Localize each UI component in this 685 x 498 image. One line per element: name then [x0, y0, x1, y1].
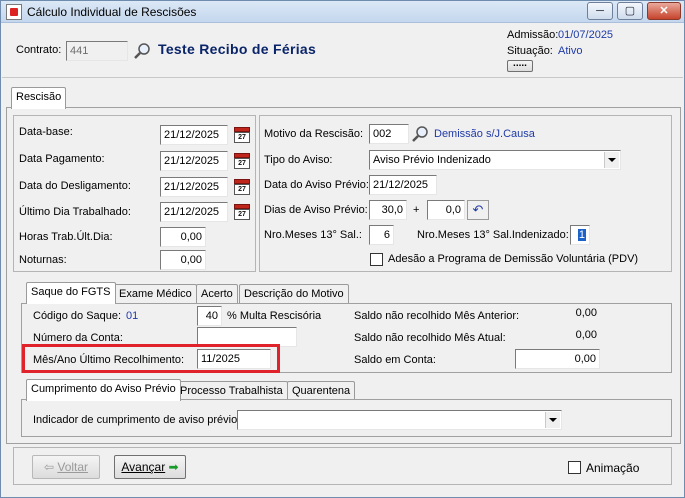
data-pagamento-input[interactable]: 21/12/2025 [160, 151, 228, 171]
motivo-description: Demissão s/J.Causa [434, 128, 535, 140]
meses-13-ind-value: 1 [577, 229, 586, 241]
codigo-saque-value: 01 [126, 310, 139, 322]
tipo-aviso-label: Tipo do Aviso: [264, 154, 333, 166]
dias-aviso-label: Dias de Aviso Prévio: [264, 204, 368, 216]
avancar-label: Avançar [121, 460, 166, 474]
calendar-icon[interactable]: 27 [234, 179, 250, 195]
recibo-title: Teste Recibo de Férias [158, 41, 317, 57]
tab-rescisao[interactable]: Rescisão [11, 87, 67, 109]
meses-13-ind-input[interactable]: 1 [570, 225, 590, 245]
tab-saque-fgts[interactable]: Saque do FGTS [26, 282, 116, 304]
aviso-panel: Indicador de cumprimento de aviso prévio… [21, 399, 672, 437]
more-button[interactable]: ..... [507, 59, 533, 72]
saldo-conta-input[interactable]: 0,00 [515, 349, 600, 369]
arrow-left-icon: ⇦ [43, 460, 55, 474]
dias-extra-input[interactable]: 0,0 [427, 200, 465, 220]
saldo-atual-label: Saldo não recolhido Mês Atual: [354, 332, 506, 344]
data-aviso-label: Data do Aviso Prévio: [264, 179, 369, 191]
horas-input[interactable]: 0,00 [160, 227, 206, 247]
data-aviso-input[interactable]: 21/12/2025 [369, 175, 437, 195]
data-base-input[interactable]: 21/12/2025 [160, 125, 228, 145]
voltar-label: Voltar [57, 460, 89, 474]
tab-acerto[interactable]: Acerto [196, 284, 238, 304]
chevron-down-icon[interactable] [545, 412, 560, 428]
saldo-conta-label: Saldo em Conta: [354, 354, 436, 366]
rescisao-group: Motivo da Rescisão: 002 Demissão s/J.Cau… [259, 115, 672, 272]
admissao-label: Admissão: [507, 29, 559, 41]
multa-input[interactable]: 40 [197, 306, 222, 326]
saldo-atual-value: 0,00 [575, 329, 597, 341]
meses-13-ind-label: Nro.Meses 13° Sal.Indenizado: [417, 229, 569, 241]
motivo-input[interactable]: 002 [369, 124, 409, 144]
minimize-button[interactable]: ─ [587, 2, 613, 20]
voltar-button[interactable]: ⇦ Voltar [32, 455, 100, 479]
animacao-checkbox[interactable] [568, 461, 581, 474]
maximize-button[interactable]: ▢ [617, 2, 643, 20]
tab-quarentena[interactable]: Quarentena [287, 381, 356, 401]
avancar-button[interactable]: Avançar ➡ [114, 455, 186, 479]
data-base-label: Data-base: [19, 126, 73, 138]
multa-label: % Multa Rescisória [227, 310, 322, 322]
pdv-label: Adesão a Programa de Demissão Voluntária… [388, 253, 639, 265]
indicador-select[interactable] [237, 410, 562, 430]
contrato-label: Contrato: [16, 44, 62, 56]
situacao-label: Situação: [507, 45, 553, 57]
tab-descricao-motivo[interactable]: Descrição do Motivo [239, 284, 349, 304]
situacao-value: Ativo [558, 45, 583, 57]
codigo-saque-label: Código do Saque: [33, 310, 122, 322]
chevron-down-icon[interactable] [604, 152, 619, 168]
app-icon [6, 4, 22, 20]
saldo-anterior-value: 0,00 [575, 307, 597, 319]
tab-exame-medico[interactable]: Exame Médico [114, 284, 197, 304]
contract-header: Contrato: 441 Teste Recibo de Férias Adm… [2, 24, 683, 78]
motivo-label: Motivo da Rescisão: [264, 128, 364, 140]
calendar-icon[interactable]: 27 [234, 127, 250, 143]
search-icon[interactable] [134, 42, 152, 60]
window-title: Cálculo Individual de Rescisões [27, 5, 197, 19]
title-bar[interactable]: Cálculo Individual de Rescisões ─ ▢ ✕ [1, 1, 684, 23]
rescisao-window: Cálculo Individual de Rescisões ─ ▢ ✕ Co… [0, 0, 685, 498]
search-icon[interactable] [412, 125, 430, 143]
data-desligamento-label: Data do Desligamento: [19, 180, 131, 192]
noturnas-input[interactable]: 0,00 [160, 250, 206, 270]
meses-13-input[interactable]: 6 [369, 225, 394, 245]
data-pagamento-label: Data Pagamento: [19, 153, 105, 165]
pdv-checkbox[interactable] [370, 253, 383, 266]
dias-plus-sign: + [413, 204, 420, 216]
contrato-input[interactable]: 441 [66, 41, 128, 61]
tab-processo-trabalhista[interactable]: Processo Trabalhista [175, 381, 288, 401]
undo-icon[interactable]: ↶ [467, 200, 489, 220]
arrow-right-icon: ➡ [168, 460, 179, 474]
tab-cumprimento-aviso[interactable]: Cumprimento do Aviso Prévio [26, 379, 181, 401]
horas-label: Horas Trab.Últ.Dia: [19, 231, 113, 243]
ultimo-dia-input[interactable]: 21/12/2025 [160, 202, 228, 222]
saldo-anterior-label: Saldo não recolhido Mês Anterior: [354, 310, 520, 322]
admissao-value: 01/07/2025 [558, 29, 614, 41]
numero-conta-label: Número da Conta: [33, 332, 123, 344]
calendar-icon[interactable]: 27 [234, 153, 250, 169]
indicador-label: Indicador de cumprimento de aviso prévio… [33, 414, 241, 426]
close-button[interactable]: ✕ [647, 2, 681, 20]
animacao-label: Animação [586, 461, 640, 475]
ultimo-dia-label: Último Dia Trabalhado: [19, 206, 131, 218]
tipo-aviso-select[interactable]: Aviso Prévio Indenizado [369, 150, 621, 170]
calendar-icon[interactable]: 27 [234, 204, 250, 220]
dates-group: Data-base: 21/12/2025 27 Data Pagamento:… [13, 115, 256, 272]
meses-13-label: Nro.Meses 13° Sal.: [264, 229, 362, 241]
tipo-aviso-value: Aviso Prévio Indenizado [373, 154, 491, 166]
dias-aviso-input[interactable]: 30,0 [369, 200, 407, 220]
highlight-box [22, 344, 280, 373]
noturnas-label: Noturnas: [19, 254, 67, 266]
footer-bar: ⇦ Voltar Avançar ➡ Animação [13, 447, 672, 485]
data-desligamento-input[interactable]: 21/12/2025 [160, 177, 228, 197]
